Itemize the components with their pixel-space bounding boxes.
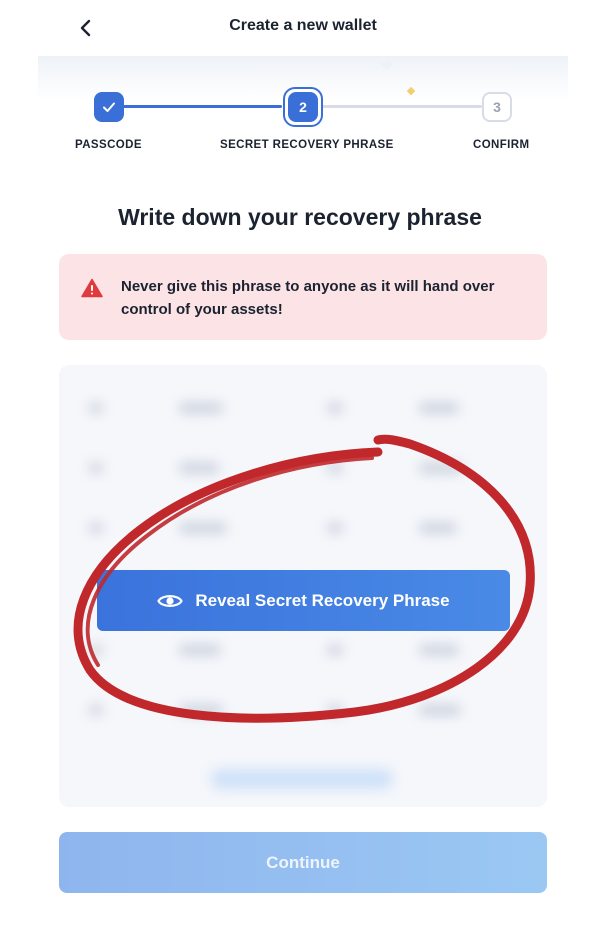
page-title: Write down your recovery phrase [118, 204, 482, 230]
warning-triangle-icon [81, 278, 103, 298]
stepper-line-complete [122, 105, 282, 108]
reveal-phrase-button[interactable]: Reveal Secret Recovery Phrase [97, 570, 510, 631]
step-recovery-badge: 2 [288, 92, 318, 122]
stepper-line-pending [322, 105, 482, 108]
check-icon [103, 102, 115, 112]
step-label-recovery: SECRET RECOVERY PHRASE [220, 139, 394, 151]
progress-stepper: 2 3 PASSCODE SECRET RECOVERY PHRASE CONF… [0, 84, 600, 164]
step-confirm-badge: 3 [482, 92, 512, 122]
continue-label: Continue [266, 852, 340, 872]
reveal-phrase-label: Reveal Secret Recovery Phrase [195, 590, 450, 610]
continue-button[interactable]: Continue [59, 832, 547, 893]
warning-text: Never give this phrase to anyone as it w… [121, 278, 495, 318]
wallet-setup-screen: Create a new wallet 2 3 PASSCODE SECRET … [0, 0, 600, 937]
eye-icon [157, 594, 183, 607]
step-passcode-badge [94, 92, 124, 122]
top-bar: Create a new wallet [38, 0, 568, 56]
page-header-title: Create a new wallet [229, 17, 377, 34]
step-label-passcode: PASSCODE [75, 139, 142, 151]
step-label-confirm: CONFIRM [473, 139, 530, 151]
warning-banner: Never give this phrase to anyone as it w… [59, 254, 547, 340]
